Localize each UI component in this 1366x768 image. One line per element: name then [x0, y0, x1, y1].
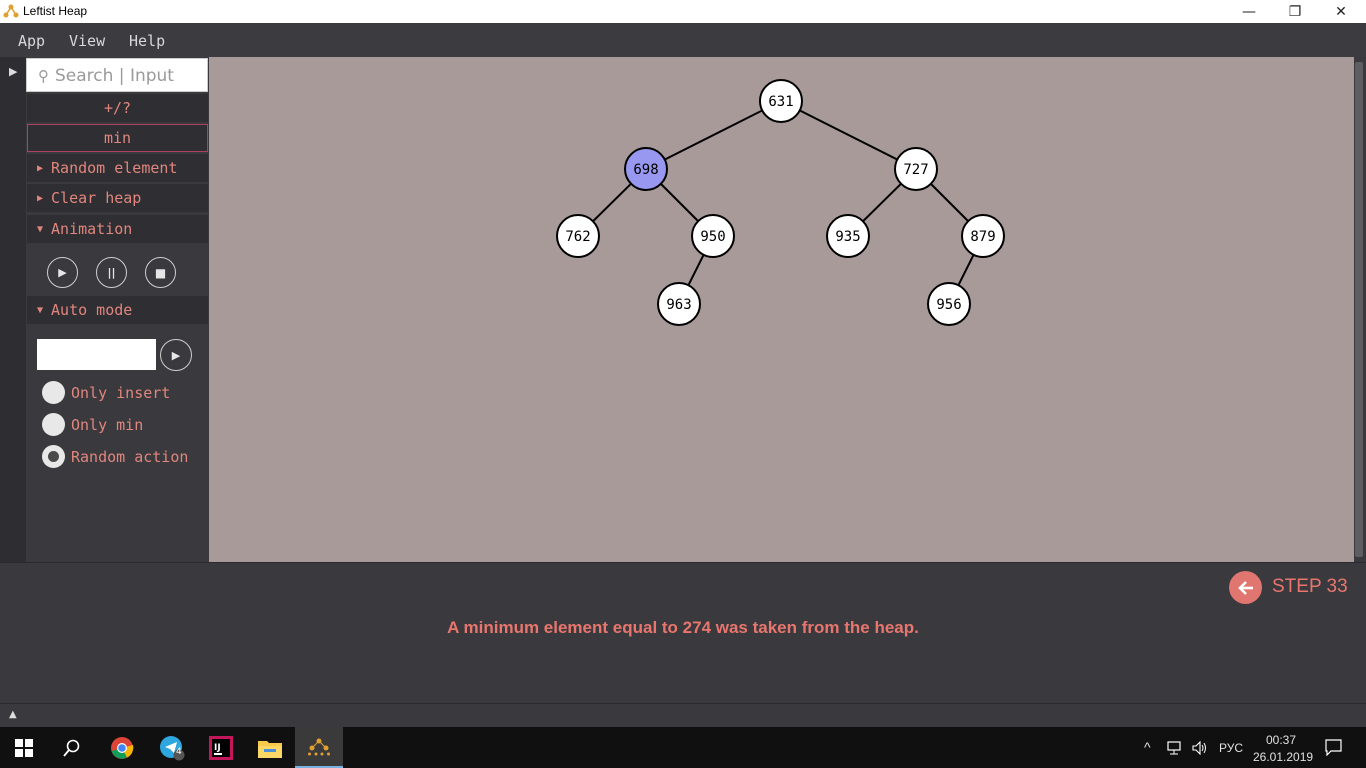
arrow-left-icon: [1237, 580, 1253, 595]
language-indicator[interactable]: РУС: [1219, 741, 1243, 755]
close-button[interactable]: ✕: [1318, 0, 1364, 23]
auto-mode-input[interactable]: [37, 339, 156, 370]
play-button[interactable]: ▶: [47, 257, 78, 288]
heap-node-963[interactable]: 963: [657, 282, 701, 326]
heap-node-label: 879: [970, 229, 995, 245]
radio-only-min-label: Only min: [71, 416, 144, 434]
heap-node-label: 935: [835, 229, 860, 245]
title-bar: Leftist Heap — ❐ ✕: [0, 0, 1366, 23]
radio-only-min[interactable]: [42, 413, 65, 436]
clear-heap-label: Clear heap: [51, 189, 142, 207]
search-taskbar-button[interactable]: [48, 727, 96, 768]
network-icon[interactable]: [1166, 741, 1182, 755]
menu-help[interactable]: Help: [129, 32, 165, 50]
stop-button[interactable]: ■: [145, 257, 176, 288]
clock-date[interactable]: 26.01.2019: [1253, 750, 1313, 764]
step-back-button[interactable]: [1229, 571, 1262, 604]
heap-node-727[interactable]: 727: [894, 147, 938, 191]
restore-button[interactable]: ❐: [1272, 0, 1318, 23]
heap-node-label: 956: [936, 297, 961, 313]
search-icon: [63, 739, 80, 757]
heap-node-950[interactable]: 950: [691, 214, 735, 258]
windows-icon: [15, 738, 33, 757]
telegram-taskbar-button[interactable]: 4: [148, 727, 196, 768]
radio-random-action[interactable]: [42, 445, 65, 468]
show-hidden-icons-chevron-icon[interactable]: ^: [1144, 739, 1151, 755]
bottom-bar: ▲: [0, 703, 1366, 728]
status-message: A minimum element equal to 274 was taken…: [447, 618, 919, 637]
chrome-icon: [111, 736, 134, 759]
insert-button[interactable]: +/?: [27, 94, 208, 122]
heap-node-956[interactable]: 956: [927, 282, 971, 326]
clock-time[interactable]: 00:37: [1266, 733, 1296, 747]
heap-tree: 631 698 727 762 950 935 879 963 956: [556, 79, 1005, 326]
search-input[interactable]: ⚲ Search | Input: [26, 58, 208, 92]
window-title: Leftist Heap: [23, 4, 88, 18]
radio-only-insert[interactable]: [42, 381, 65, 404]
leftist-heap-taskbar-button[interactable]: [295, 727, 343, 768]
random-element-label: Random element: [51, 159, 178, 177]
animation-label: Animation: [51, 220, 133, 238]
heap-node-label: 698: [633, 162, 658, 178]
heap-node-935[interactable]: 935: [826, 214, 870, 258]
animation-section-header[interactable]: ▼ Animation: [27, 215, 208, 243]
heap-node-631[interactable]: 631: [759, 79, 803, 123]
search-placeholder: Search | Input: [55, 66, 174, 86]
heap-node-label: 727: [903, 162, 928, 178]
auto-mode-section-header[interactable]: ▼ Auto mode: [27, 296, 208, 324]
app-icon: [3, 4, 19, 18]
expand-triangle-icon: ▶: [37, 192, 44, 204]
tree-edge: [645, 100, 782, 170]
collapse-triangle-icon: ▼: [37, 304, 44, 316]
heap-node-879[interactable]: 879: [961, 214, 1005, 258]
heap-node-label: 762: [565, 229, 590, 245]
explorer-taskbar-button[interactable]: [246, 727, 294, 768]
scrollbar-thumb[interactable]: [1355, 62, 1363, 557]
sidebar-toggle-strip: ▶: [0, 57, 26, 562]
tree-edge: [780, 100, 917, 170]
heap-node-label: 950: [700, 229, 725, 245]
folder-icon: [258, 740, 282, 758]
intellij-icon: IJ: [209, 735, 233, 760]
heap-node-label: 631: [768, 94, 793, 110]
menu-app[interactable]: App: [18, 32, 45, 50]
step-counter: STEP 33: [1272, 576, 1348, 597]
volume-icon[interactable]: [1192, 741, 1208, 755]
heap-node-698[interactable]: 698: [624, 147, 668, 191]
auto-run-button[interactable]: ▶: [160, 339, 192, 371]
app-icon: [308, 738, 330, 755]
collapse-sidebar-icon[interactable]: ▶: [9, 65, 17, 78]
heap-node-label: 963: [666, 297, 691, 313]
minimize-button[interactable]: —: [1226, 0, 1272, 23]
expand-panel-icon[interactable]: ▲: [9, 709, 17, 720]
svg-text:IJ: IJ: [214, 743, 221, 753]
intellij-taskbar-button[interactable]: IJ: [197, 727, 245, 768]
notification-center-icon[interactable]: [1325, 739, 1342, 756]
auto-mode-label: Auto mode: [51, 301, 133, 319]
expand-triangle-icon: ▶: [37, 162, 44, 174]
search-icon: ⚲: [38, 67, 49, 85]
menu-bar: App View Help: [0, 23, 1366, 57]
chrome-taskbar-button[interactable]: [98, 727, 146, 768]
heap-canvas[interactable]: 631 698 727 762 950 935 879 963 956: [209, 57, 1354, 562]
radio-only-insert-label: Only insert: [71, 384, 171, 402]
radio-random-action-label: Random action: [71, 448, 189, 466]
clear-heap-button[interactable]: ▶ Clear heap: [27, 184, 208, 212]
pause-button[interactable]: ||: [96, 257, 127, 288]
heap-node-762[interactable]: 762: [556, 214, 600, 258]
start-button[interactable]: [0, 727, 48, 768]
menu-view[interactable]: View: [69, 32, 105, 50]
telegram-badge: 4: [176, 747, 182, 757]
random-element-button[interactable]: ▶ Random element: [27, 154, 208, 182]
collapse-triangle-icon: ▼: [37, 223, 44, 235]
min-button[interactable]: min: [27, 124, 208, 152]
